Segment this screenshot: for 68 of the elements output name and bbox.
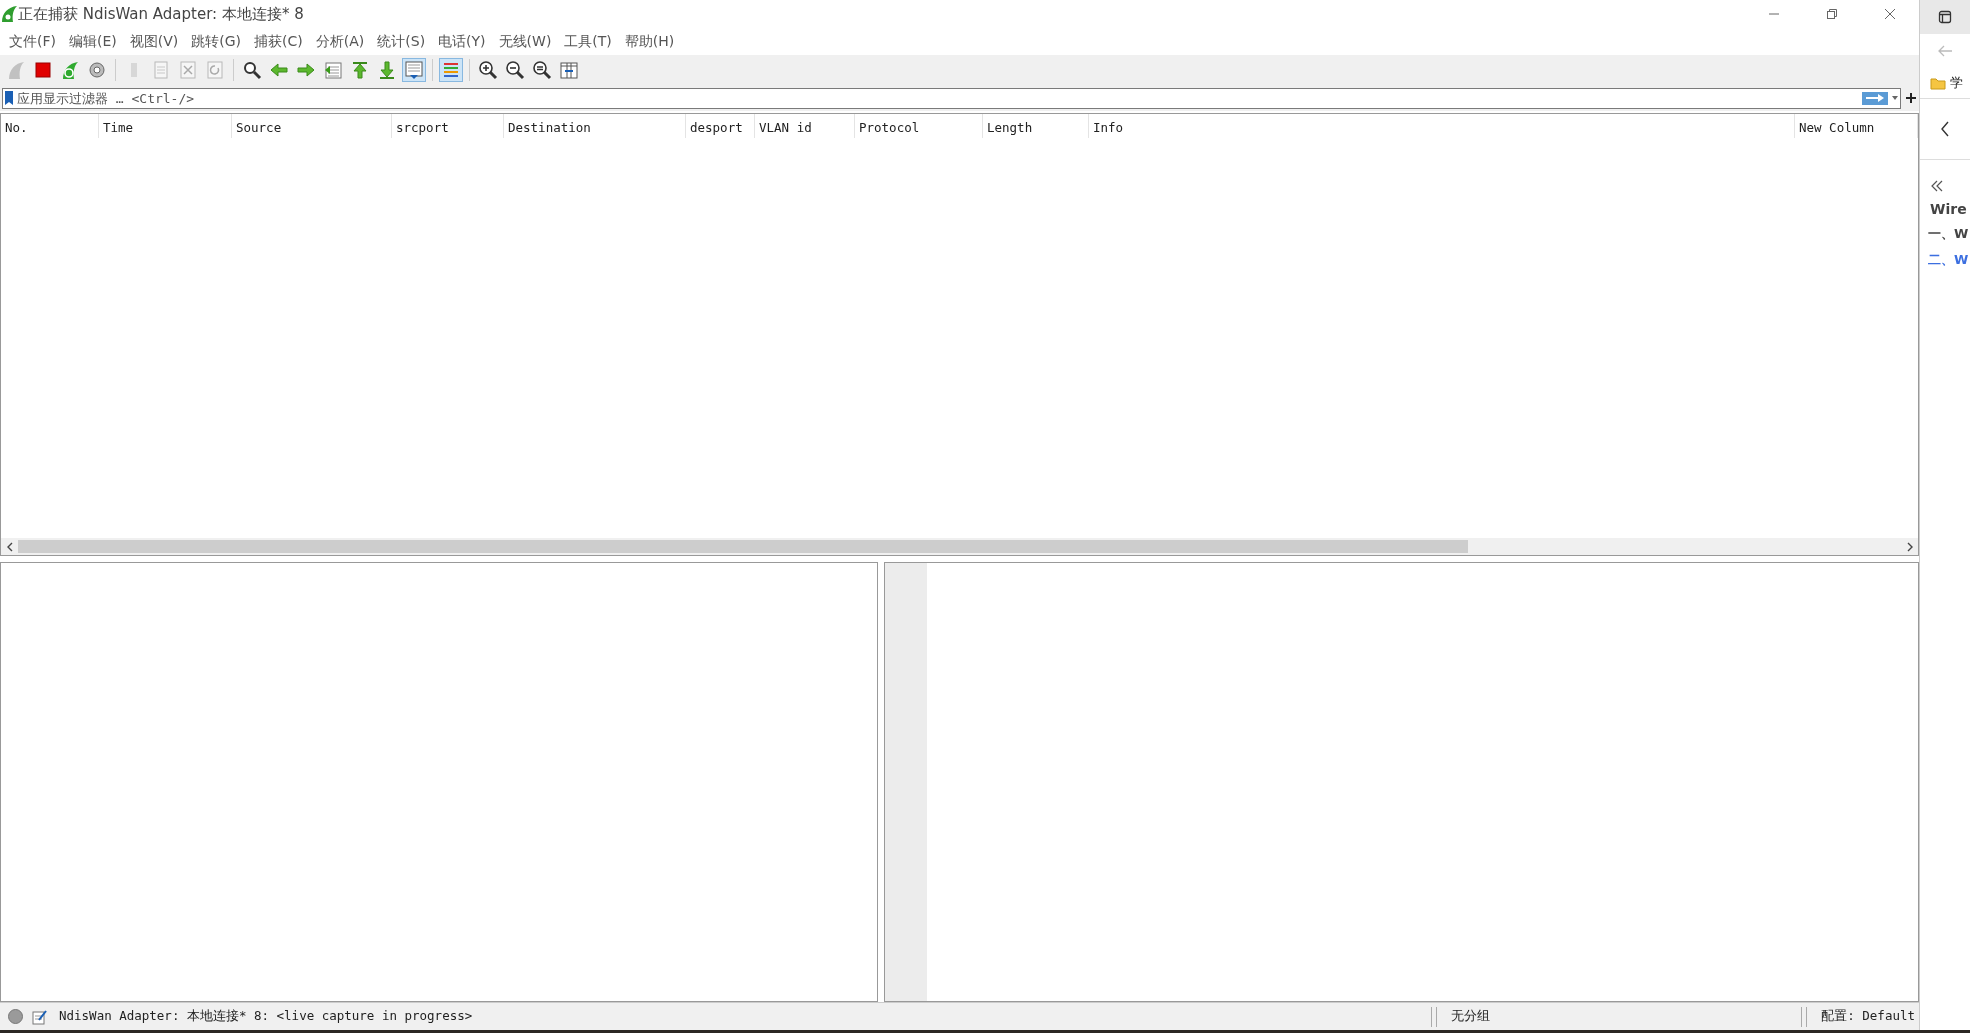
- filter-bar[interactable]: 应用显示过滤器 … <Ctrl-/>: [2, 87, 1901, 109]
- go-to-packet-icon: [323, 60, 343, 80]
- menu-item[interactable]: 工具(T): [559, 32, 620, 51]
- zoom-in-icon: [478, 60, 498, 80]
- column-header[interactable]: Length: [983, 114, 1089, 138]
- zoom-out-icon: [505, 60, 525, 80]
- outline-item[interactable]: 二、W: [1928, 251, 1970, 269]
- menu-item[interactable]: 电话(Y): [433, 32, 494, 51]
- menu-item[interactable]: 无线(W): [493, 32, 560, 51]
- right-arrow-icon: [296, 60, 316, 80]
- window-title: 正在捕获 NdisWan Adapter: 本地连接* 8: [18, 4, 305, 24]
- column-header[interactable]: New Column: [1795, 114, 1918, 138]
- menu-item[interactable]: 文件(F): [4, 32, 64, 51]
- menu-item[interactable]: 帮助(H): [619, 32, 683, 51]
- menu-item[interactable]: 跳转(G): [186, 32, 250, 51]
- autoscroll-icon: [404, 60, 424, 80]
- add-filter-icon: [1905, 92, 1917, 104]
- zoom-reset-button[interactable]: [530, 58, 554, 82]
- collapse-icon: [1930, 180, 1944, 192]
- column-header[interactable]: Destination: [504, 114, 686, 138]
- zoom-out-button[interactable]: [503, 58, 527, 82]
- resize-columns-icon: [559, 60, 579, 80]
- settings-icon: [87, 60, 107, 80]
- menu-item[interactable]: 视图(V): [124, 32, 187, 51]
- column-header[interactable]: Protocol: [855, 114, 983, 138]
- tab-actions-icon: [1938, 10, 1952, 24]
- colored-lines-button[interactable]: [439, 58, 463, 82]
- close-document-icon: [178, 60, 198, 80]
- down-arrow-icon: [377, 60, 397, 80]
- folder-icon: [1930, 76, 1946, 90]
- packet-count: 无分组: [1451, 1008, 1492, 1025]
- column-header[interactable]: No.: [1, 114, 99, 138]
- back-arrow-icon: [1937, 45, 1953, 57]
- reload-icon: [205, 60, 225, 80]
- right-arrow-icon: [1865, 93, 1885, 103]
- status-indicator-icon: [8, 1009, 23, 1024]
- bookmark-label[interactable]: 学: [1950, 74, 1963, 92]
- scrollbar-thumb[interactable]: [18, 540, 1468, 553]
- menu-item[interactable]: 统计(S): [372, 32, 434, 51]
- column-header[interactable]: srcport: [392, 114, 504, 138]
- capture-status: NdisWan Adapter: 本地连接* 8: <live capture in progress>: [59, 1008, 474, 1025]
- chevron-left-icon: [1940, 121, 1950, 137]
- close-icon[interactable]: [1884, 8, 1896, 20]
- menu-item[interactable]: 编辑(E): [64, 32, 125, 51]
- column-header[interactable]: VLAN id: [755, 114, 855, 138]
- horizontal-scrollbar[interactable]: [1, 538, 1918, 555]
- apply-filter-button[interactable]: [1862, 91, 1888, 105]
- colored-lines-icon: [441, 60, 461, 80]
- column-header[interactable]: desport: [686, 114, 755, 138]
- outline-item[interactable]: 一、W: [1928, 225, 1970, 243]
- column-header[interactable]: Source: [232, 114, 392, 138]
- menu-item[interactable]: 分析(A): [310, 32, 373, 51]
- column-header[interactable]: Info: [1089, 114, 1795, 138]
- zoom-in-button[interactable]: [476, 58, 500, 82]
- left-arrow-icon: [269, 60, 289, 80]
- search-icon: [242, 60, 262, 80]
- profile-label[interactable]: 配置: Default: [1821, 1008, 1915, 1025]
- restart-icon: [60, 60, 80, 80]
- zoom-reset-icon: [532, 60, 552, 80]
- menu-item[interactable]: 捕获(C): [249, 32, 311, 51]
- edit-note-icon: [31, 1008, 47, 1025]
- autoscroll-button[interactable]: [402, 58, 426, 82]
- shark-fin-icon: [6, 60, 26, 80]
- restore-icon[interactable]: [1826, 8, 1838, 20]
- outline-heading: Wire: [1930, 201, 1968, 217]
- column-header[interactable]: Time: [99, 114, 232, 138]
- up-arrow-icon: [350, 60, 370, 80]
- stop-icon: [33, 60, 53, 80]
